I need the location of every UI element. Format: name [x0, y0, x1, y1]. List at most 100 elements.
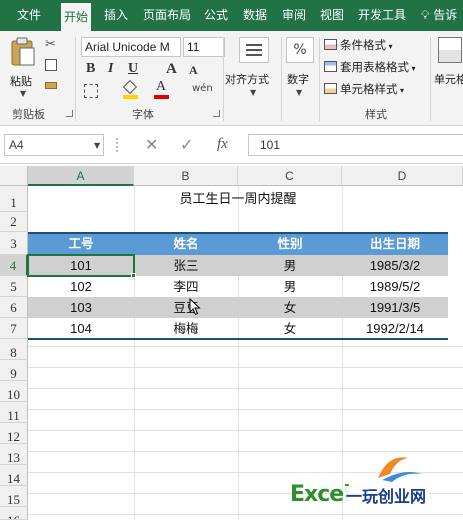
- tab-file[interactable]: 文件: [14, 0, 44, 31]
- tab-insert[interactable]: 插入: [101, 0, 131, 31]
- row-header-3[interactable]: 3: [0, 232, 28, 255]
- cell-birth[interactable]: 1989/5/2: [342, 276, 448, 297]
- mouse-cursor-icon: [189, 298, 201, 316]
- table-header-row[interactable]: 工号 姓名 性别 出生日期: [28, 232, 448, 255]
- watermark-logo-icon: [378, 457, 422, 482]
- percent-icon: %: [286, 37, 314, 63]
- cancel-icon[interactable]: ✕: [145, 135, 158, 154]
- copy-icon[interactable]: [45, 59, 57, 71]
- watermark-brand: Excel: [290, 482, 351, 507]
- cut-icon[interactable]: ✂: [45, 37, 56, 52]
- cell-birth[interactable]: 1992/2/14: [342, 318, 448, 339]
- conditional-formatting-icon: [324, 39, 337, 50]
- cell-name[interactable]: 豆豆: [134, 297, 238, 318]
- header-cell-gender[interactable]: 性别: [238, 234, 342, 253]
- row-header-1[interactable]: 1: [0, 186, 28, 212]
- cell-id[interactable]: 104: [28, 318, 134, 339]
- row-header-9[interactable]: 9: [0, 360, 28, 381]
- tab-developer[interactable]: 开发工具: [355, 0, 409, 31]
- tab-data[interactable]: 数据: [240, 0, 270, 31]
- borders-icon[interactable]: [84, 84, 98, 98]
- number-format-button[interactable]: % 数字 ▼: [284, 37, 316, 103]
- clipboard-icon: [11, 37, 35, 66]
- row-header-16[interactable]: 16: [0, 507, 28, 520]
- fill-handle[interactable]: [131, 273, 136, 278]
- tab-page-layout[interactable]: 页面布局: [140, 0, 194, 31]
- shrink-font-button[interactable]: A: [189, 63, 198, 78]
- bold-button[interactable]: B: [86, 61, 95, 77]
- table-row[interactable]: 102 李四 男 1989/5/2: [28, 276, 448, 297]
- row-header-6[interactable]: 6: [0, 297, 28, 318]
- enter-icon[interactable]: ✓: [180, 135, 193, 154]
- table-row[interactable]: 104 梅梅 女 1992/2/14: [28, 318, 448, 339]
- resize-handle[interactable]: [116, 138, 118, 152]
- row-header-10[interactable]: 10: [0, 381, 28, 402]
- header-cell-id[interactable]: 工号: [28, 234, 134, 253]
- cell-gender[interactable]: 女: [238, 297, 342, 318]
- table-format-icon: [324, 61, 337, 72]
- row-header-5[interactable]: 5: [0, 276, 28, 297]
- header-cell-name[interactable]: 姓名: [134, 234, 238, 253]
- tab-review[interactable]: 审阅: [279, 0, 309, 31]
- formula-input[interactable]: 101: [248, 134, 463, 156]
- alignment-button[interactable]: 对齐方式 ▼: [225, 37, 278, 103]
- column-header-a[interactable]: A: [28, 166, 134, 186]
- phonetic-button[interactable]: wén: [192, 83, 213, 94]
- cell-gender[interactable]: 男: [238, 276, 342, 297]
- cell-gender[interactable]: 女: [238, 318, 342, 339]
- cell-birth[interactable]: 1991/3/5: [342, 297, 448, 318]
- column-header-c[interactable]: C: [238, 166, 342, 186]
- column-header-b[interactable]: B: [134, 166, 238, 186]
- cells-button[interactable]: 单元格: [434, 37, 463, 103]
- row-header-4[interactable]: 4: [0, 255, 28, 276]
- font-color-icon[interactable]: A: [154, 79, 169, 99]
- name-box[interactable]: A4: [4, 134, 104, 156]
- cell-styles-button[interactable]: 单元格样式 ▾: [324, 79, 404, 99]
- row-header-2[interactable]: 2: [0, 212, 28, 232]
- ribbon: 粘贴 ▼ ✂ 剪贴板 Arial Unicode M 11 B I U A A …: [0, 31, 463, 126]
- cell-gender[interactable]: 男: [238, 255, 342, 276]
- row-header-13[interactable]: 13: [0, 444, 28, 465]
- column-header-d[interactable]: D: [342, 166, 463, 186]
- cell-name[interactable]: 梅梅: [134, 318, 238, 339]
- header-cell-birth[interactable]: 出生日期: [342, 234, 448, 253]
- cell-name[interactable]: 李四: [134, 276, 238, 297]
- font-launcher[interactable]: [213, 110, 220, 117]
- font-group-label: 字体: [132, 108, 154, 121]
- paste-button[interactable]: 粘贴 ▼: [8, 37, 38, 98]
- table-row[interactable]: 103 豆豆 女 1991/3/5: [28, 297, 448, 318]
- sheet-title[interactable]: 员工生日一周内提醒: [28, 190, 448, 210]
- cell-id[interactable]: 103: [28, 297, 134, 318]
- italic-button[interactable]: I: [108, 61, 113, 77]
- row-header-12[interactable]: 12: [0, 423, 28, 444]
- name-box-dropdown-icon[interactable]: ▼: [94, 141, 100, 150]
- tab-formulas[interactable]: 公式: [201, 0, 231, 31]
- row-header-8[interactable]: 8: [0, 339, 28, 360]
- tab-view[interactable]: 视图: [317, 0, 347, 31]
- cells-icon: [438, 37, 462, 63]
- font-size-box[interactable]: 11: [183, 37, 225, 57]
- cell-id[interactable]: 102: [28, 276, 134, 297]
- row-header-7[interactable]: 7: [0, 318, 28, 339]
- format-painter-icon[interactable]: [45, 82, 57, 89]
- underline-button[interactable]: U: [128, 61, 138, 77]
- cell-name[interactable]: 张三: [134, 255, 238, 276]
- lightbulb-icon: 💡︎: [421, 8, 430, 22]
- row-header-14[interactable]: 14: [0, 465, 28, 486]
- styles-group-label: 样式: [365, 108, 387, 121]
- select-all-corner[interactable]: [0, 166, 28, 186]
- conditional-formatting-button[interactable]: 条件格式 ▾: [324, 35, 393, 55]
- fill-color-icon[interactable]: [122, 79, 138, 99]
- row-header-15[interactable]: 15: [0, 486, 28, 507]
- tell-me-box[interactable]: 💡︎ 告诉: [421, 0, 457, 31]
- worksheet-grid[interactable]: A B C D 1 2 3 4 5 6 7 8 9 10 11 12 13 14…: [0, 164, 463, 520]
- insert-function-icon[interactable]: fx: [217, 136, 228, 153]
- tab-home[interactable]: 开始: [61, 3, 92, 31]
- clipboard-launcher[interactable]: [66, 110, 73, 117]
- row-header-11[interactable]: 11: [0, 402, 28, 423]
- cell-birth[interactable]: 1985/3/2: [342, 255, 448, 276]
- grow-font-button[interactable]: A: [166, 61, 177, 78]
- font-name-box[interactable]: Arial Unicode M: [81, 37, 181, 57]
- format-as-table-button[interactable]: 套用表格格式 ▾: [324, 57, 416, 77]
- active-cell-outline[interactable]: [27, 254, 135, 277]
